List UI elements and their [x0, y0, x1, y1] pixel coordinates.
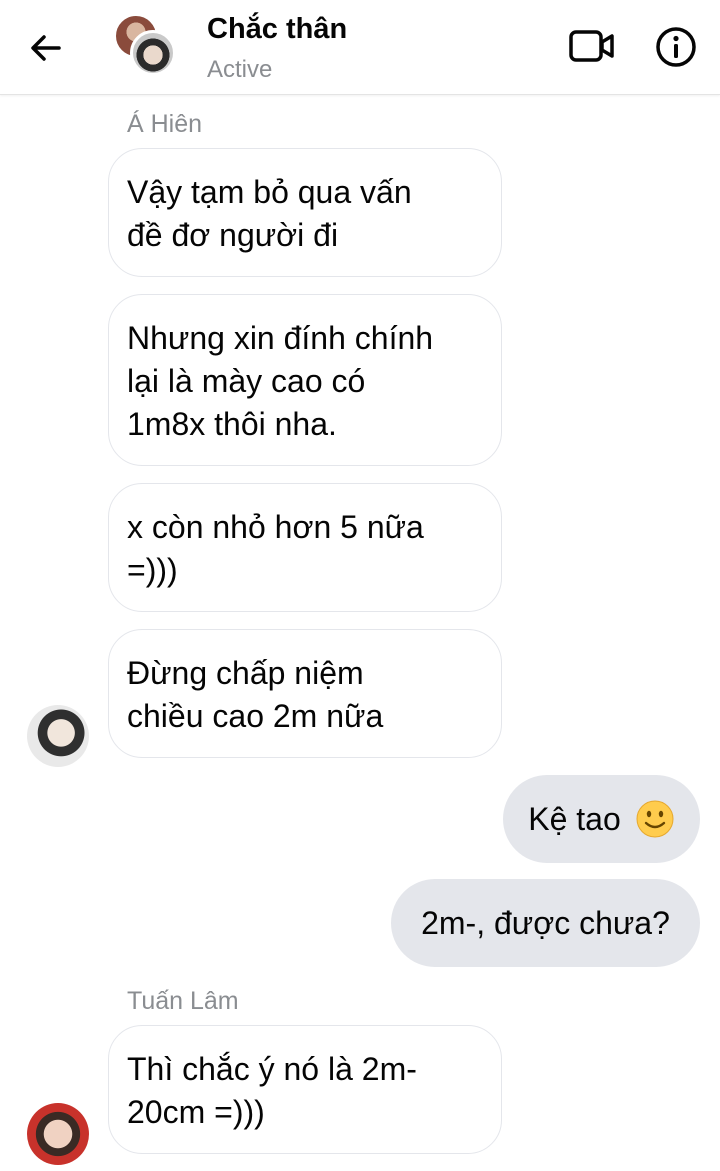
outgoing-message-bubble[interactable]: Kệ tao [503, 775, 700, 863]
sender-avatar[interactable] [27, 705, 89, 767]
sender-name: Á Hiên [127, 110, 203, 138]
message-bubble[interactable]: Đừng chấp niệm chiều cao 2m nữa [108, 629, 502, 758]
message-text: Kệ tao [528, 800, 621, 837]
group-avatar[interactable] [114, 14, 176, 76]
message-bubble[interactable]: Vậy tạm bỏ qua vấn đề đơ người đi [108, 148, 502, 277]
sender-avatar[interactable] [27, 1103, 89, 1165]
video-call-button[interactable] [568, 28, 616, 64]
conversation-title[interactable]: Chắc thân [207, 13, 347, 46]
message-bubble[interactable]: x còn nhỏ hơn 5 nữa =))) [108, 483, 502, 612]
video-camera-icon [569, 30, 614, 62]
chat-header: Chắc thân Active [0, 0, 720, 95]
avatar [130, 30, 176, 76]
message-bubble[interactable]: Thì chắc ý nó là 2m- 20cm =))) [108, 1025, 502, 1154]
message-text: đề đơ người đi [127, 217, 339, 253]
info-button[interactable] [655, 26, 697, 68]
sender-name: Tuấn Lâm [127, 987, 239, 1015]
message-text: Vậy tạm bỏ qua vấn [127, 174, 412, 210]
message-text: x còn nhỏ hơn 5 nữa [127, 509, 424, 545]
smiling-face-emoji-icon [636, 800, 674, 838]
message-text: lại là mày cao có [127, 363, 366, 399]
message-text: Nhưng xin đính chính [127, 320, 434, 356]
back-button[interactable] [26, 28, 66, 68]
info-circle-icon [656, 27, 696, 67]
message-text: 1m8x thôi nha. [127, 406, 337, 442]
message-text: Đừng chấp niệm [127, 655, 364, 691]
message-text: 20cm =))) [127, 1094, 265, 1130]
message-text: 2m-, được chưa? [421, 904, 670, 941]
active-status: Active [207, 56, 273, 83]
message-bubble[interactable]: Nhưng xin đính chính lại là mày cao có 1… [108, 294, 502, 466]
outgoing-message-bubble[interactable]: 2m-, được chưa? [391, 879, 700, 967]
arrow-left-icon [31, 35, 61, 61]
message-text: Thì chắc ý nó là 2m- [127, 1051, 417, 1087]
message-text: =))) [127, 552, 178, 588]
message-text: chiều cao 2m nữa [127, 698, 384, 734]
